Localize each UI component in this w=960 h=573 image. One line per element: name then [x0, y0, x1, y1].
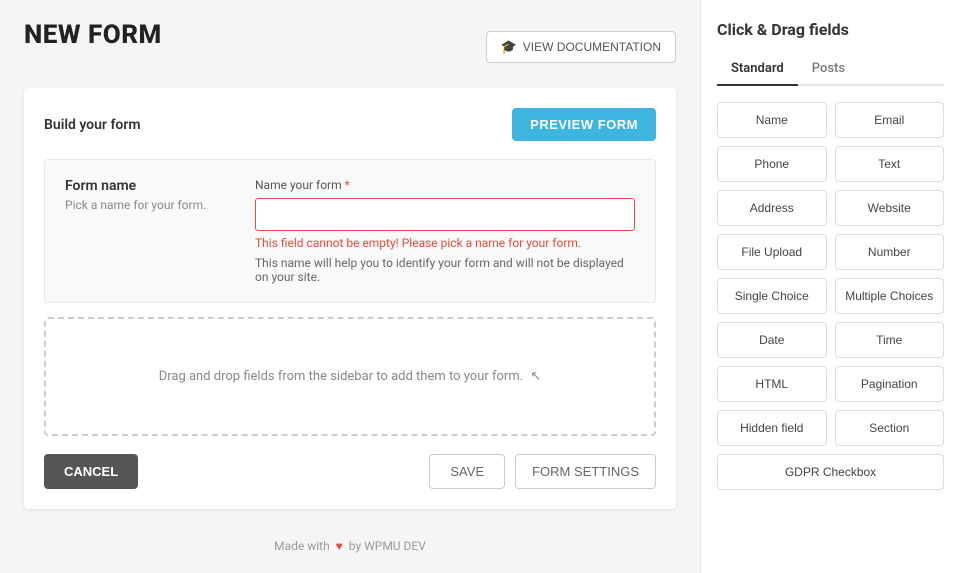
field-file-upload[interactable]: File Upload — [717, 234, 827, 270]
field-phone[interactable]: Phone — [717, 146, 827, 182]
view-docs-label: VIEW DOCUMENTATION — [523, 40, 661, 54]
field-html[interactable]: HTML — [717, 366, 827, 402]
field-hidden-field[interactable]: Hidden field — [717, 410, 827, 446]
drop-zone: Drag and drop fields from the sidebar to… — [44, 317, 656, 436]
field-pagination[interactable]: Pagination — [835, 366, 945, 402]
page-title: NEW FORM — [24, 20, 162, 50]
preview-form-button[interactable]: PREVIEW FORM — [512, 108, 656, 141]
form-builder-header: Build your form PREVIEW FORM — [44, 108, 656, 141]
field-time[interactable]: Time — [835, 322, 945, 358]
required-indicator: * — [342, 178, 350, 192]
sidebar-title: Click & Drag fields — [717, 20, 944, 39]
footer-made-with: Made with — [274, 539, 330, 553]
fields-grid: Name Email Phone Text Address Website Fi… — [717, 102, 944, 490]
view-documentation-button[interactable]: 🎓 VIEW DOCUMENTATION — [486, 31, 676, 63]
field-email[interactable]: Email — [835, 102, 945, 138]
header-row: NEW FORM 🎓 VIEW DOCUMENTATION — [24, 20, 676, 70]
field-multiple-choices[interactable]: Multiple Choices — [835, 278, 945, 314]
form-name-input[interactable] — [255, 198, 635, 231]
form-name-section: Form name Pick a name for your form. Nam… — [44, 159, 656, 303]
field-date[interactable]: Date — [717, 322, 827, 358]
sidebar: Click & Drag fields Standard Posts Name … — [700, 0, 960, 573]
error-message: This field cannot be empty! Please pick … — [255, 236, 635, 250]
field-gdpr-checkbox[interactable]: GDPR Checkbox — [717, 454, 944, 490]
form-name-section-title: Form name — [65, 178, 225, 194]
save-button[interactable]: SAVE — [429, 454, 505, 489]
main-content: NEW FORM 🎓 VIEW DOCUMENTATION Build your… — [0, 0, 700, 573]
tab-standard[interactable]: Standard — [717, 55, 798, 86]
helper-text: This name will help you to identify your… — [255, 256, 635, 284]
form-settings-button[interactable]: FORM SETTINGS — [515, 454, 656, 489]
field-single-choice[interactable]: Single Choice — [717, 278, 827, 314]
cursor-icon: ↖ — [530, 369, 541, 384]
graduation-icon: 🎓 — [501, 39, 517, 55]
form-name-left: Form name Pick a name for your form. — [65, 178, 225, 212]
form-name-right: Name your form * This field cannot be em… — [255, 178, 635, 284]
field-number[interactable]: Number — [835, 234, 945, 270]
field-name[interactable]: Name — [717, 102, 827, 138]
page-footer: Made with ♥ by WPMU DEV — [24, 539, 676, 553]
cancel-button[interactable]: CANCEL — [44, 454, 138, 489]
form-builder-card: Build your form PREVIEW FORM Form name P… — [24, 88, 676, 509]
heart-icon: ♥ — [336, 539, 343, 553]
field-website[interactable]: Website — [835, 190, 945, 226]
field-section[interactable]: Section — [835, 410, 945, 446]
drop-zone-text: Drag and drop fields from the sidebar to… — [159, 369, 523, 384]
sidebar-tabs: Standard Posts — [717, 55, 944, 86]
footer-by: by WPMU DEV — [349, 539, 426, 553]
field-address[interactable]: Address — [717, 190, 827, 226]
tab-posts[interactable]: Posts — [798, 55, 859, 86]
field-text[interactable]: Text — [835, 146, 945, 182]
field-label: Name your form * — [255, 178, 635, 192]
build-form-label: Build your form — [44, 117, 141, 133]
form-name-section-desc: Pick a name for your form. — [65, 198, 225, 212]
form-footer: CANCEL SAVE FORM SETTINGS — [44, 454, 656, 489]
